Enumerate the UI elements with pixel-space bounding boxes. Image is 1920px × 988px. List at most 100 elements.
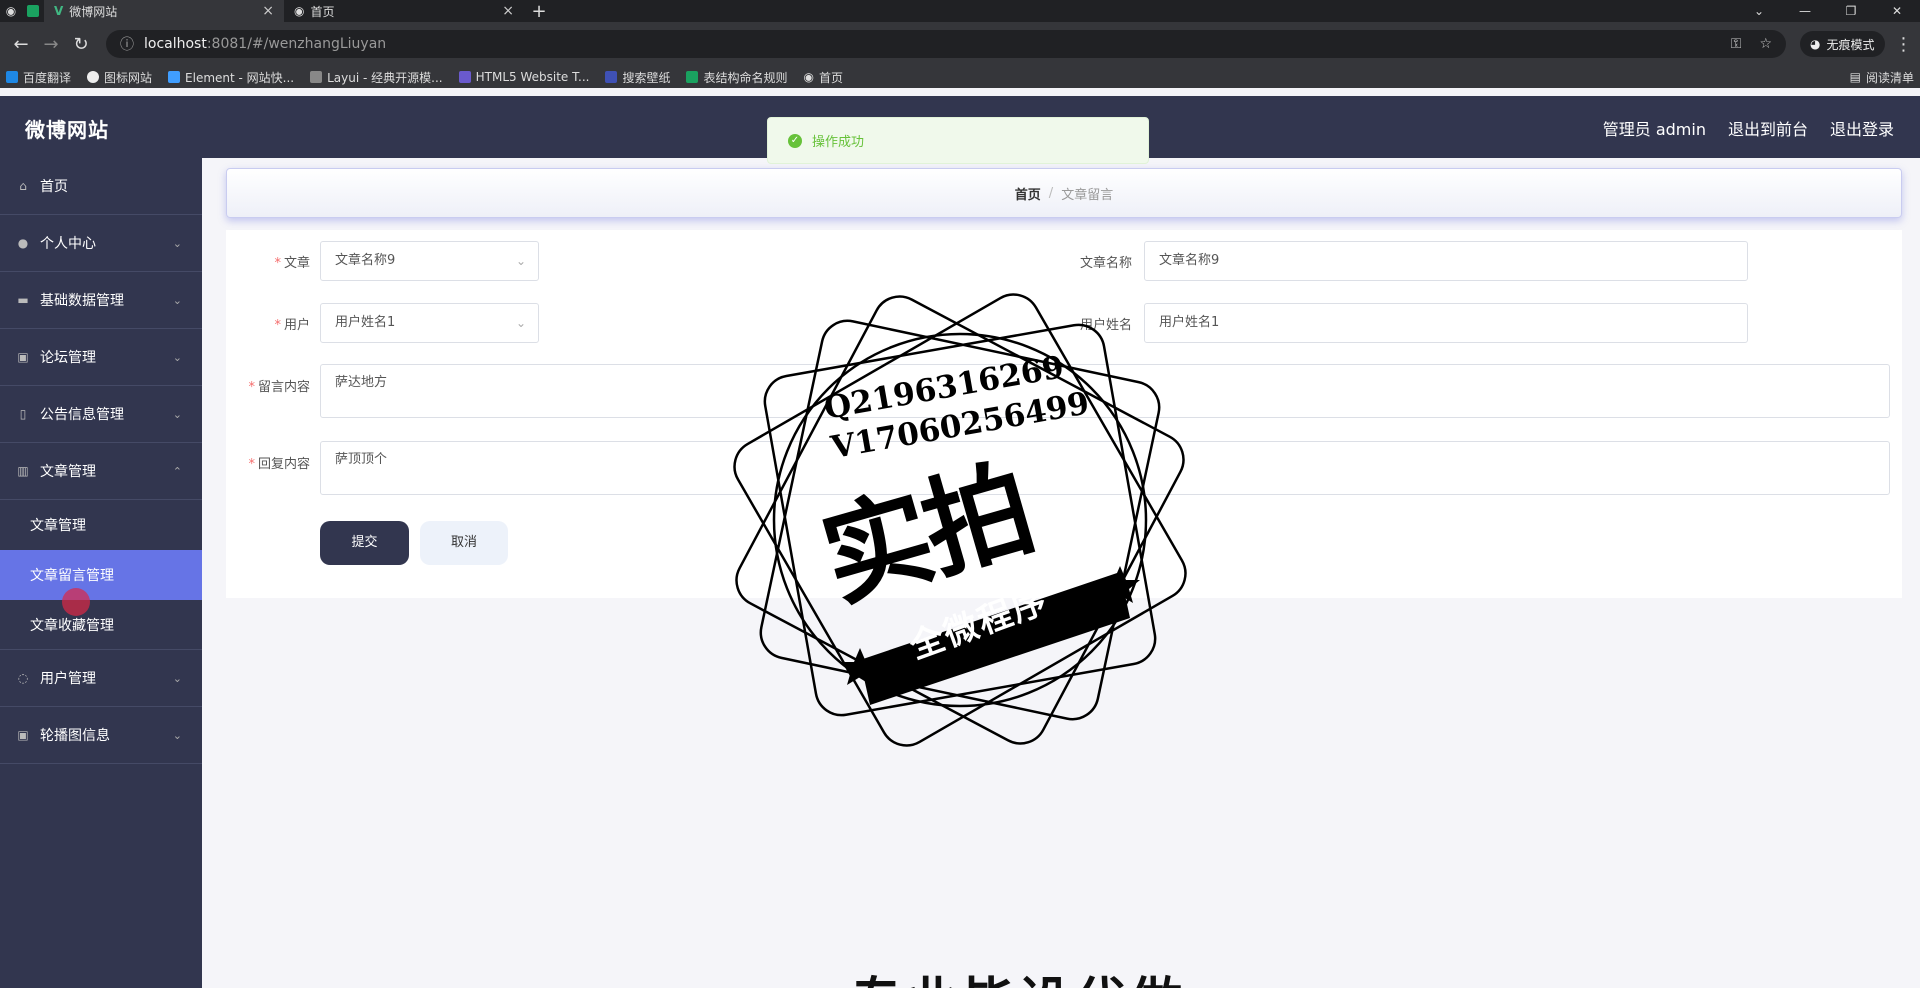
admin-label: 管理员 admin: [1602, 120, 1706, 139]
window-controls: ⌄ — ❐ ✕: [1736, 0, 1920, 22]
sidebar-item-basic-data[interactable]: ▬ 基础数据管理 ⌄: [0, 272, 202, 329]
vue-icon: V: [54, 4, 64, 18]
reply-label: * 回复内容: [248, 457, 310, 472]
success-toast: ✓ 操作成功: [767, 117, 1149, 164]
cancel-button[interactable]: 取消: [420, 521, 508, 565]
user-name-field[interactable]: 用户姓名1: [1144, 303, 1748, 343]
restore-icon[interactable]: ❐: [1828, 0, 1874, 22]
sheet-icon: [686, 71, 699, 83]
breadcrumb-home[interactable]: 首页: [1015, 184, 1041, 203]
chevron-down-icon: ⌄: [172, 407, 182, 421]
incognito-label: 无痕模式: [1826, 37, 1875, 52]
chevron-down-icon: ⌄: [172, 728, 182, 742]
message-label: * 留言内容: [248, 380, 310, 395]
breadcrumb-current: 文章留言: [1061, 187, 1114, 203]
globe-icon: ◉: [294, 4, 305, 18]
tab-weibo[interactable]: V 微博网站 ×: [44, 0, 284, 22]
watermark-stamp: Q2196316269 V17060256499 实拍 全微程序: [720, 280, 1200, 760]
forward-icon[interactable]: →: [36, 34, 66, 55]
bookmark-item[interactable]: HTML5 Website T...: [458, 70, 589, 84]
chevron-down-icon: ⌄: [515, 254, 526, 268]
user-select[interactable]: 用户姓名1 ⌄: [320, 303, 539, 343]
logout-link[interactable]: 退出登录: [1830, 116, 1894, 140]
chevron-up-icon: ⌃: [172, 464, 182, 478]
tab-title: 微博网站: [69, 4, 118, 19]
key-icon[interactable]: ⚿: [1731, 36, 1742, 52]
check-icon: ✓: [788, 133, 802, 148]
close-icon[interactable]: ×: [502, 3, 514, 19]
globe-icon[interactable]: ◉: [0, 0, 22, 22]
new-tab-button[interactable]: +: [524, 1, 554, 22]
bookmark-item[interactable]: Element - 网站快...: [168, 69, 294, 86]
sidebar-item-carousel[interactable]: ▣ 轮播图信息 ⌄: [0, 707, 202, 764]
chevron-down-icon[interactable]: ⌄: [1736, 0, 1782, 22]
home-icon: ⌂: [19, 179, 27, 193]
article-name-field[interactable]: 文章名称9: [1144, 241, 1748, 281]
sidebar: ⌂ 首页 ● 个人中心 ⌄ ▬ 基础数据管理 ⌄ ▣ 论坛管理 ⌄ ▯ 公告信息…: [0, 158, 202, 988]
clipboard-icon: ▣: [17, 350, 29, 364]
sidebar-subitem-article-message[interactable]: 文章留言管理: [0, 550, 202, 600]
star-icon[interactable]: ☆: [1759, 36, 1772, 52]
globe-icon: ◉: [803, 70, 814, 84]
bookmark-item[interactable]: 表结构命名规则: [686, 69, 787, 86]
html5-icon: [458, 71, 471, 83]
wallpaper-icon: [605, 71, 618, 83]
chevron-down-icon: ⌄: [172, 350, 182, 364]
info-icon[interactable]: ⓘ: [120, 34, 134, 54]
address-bar: ← → ↻ ⓘ localhost :8081/#/wenzhangLiuyan…: [0, 22, 1920, 66]
element-icon: [168, 71, 181, 83]
chevron-down-icon: ⌄: [172, 293, 182, 307]
chevron-down-icon: ⌄: [172, 671, 182, 685]
bookmark-item[interactable]: Layui - 经典开源模...: [310, 69, 443, 86]
sidebar-item-home[interactable]: ⌂ 首页: [0, 158, 202, 215]
url-path: :8081/#/wenzhangLiuyan: [206, 36, 387, 52]
incognito-icon: ◕: [1810, 37, 1821, 51]
paw-icon: [87, 71, 100, 83]
toast-text: 操作成功: [812, 135, 865, 150]
bookmark-item[interactable]: ◉ 首页: [803, 69, 843, 86]
bookmark-item[interactable]: 百度翻译: [6, 69, 71, 86]
sidebar-item-notice[interactable]: ▯ 公告信息管理 ⌄: [0, 386, 202, 443]
compass-icon: ◌: [17, 671, 29, 685]
bookmark-item[interactable]: 搜索壁纸: [605, 69, 670, 86]
app-pinned-icon[interactable]: [22, 0, 44, 22]
sidebar-item-users[interactable]: ◌ 用户管理 ⌄: [0, 650, 202, 707]
bookmark-item[interactable]: 图标网站: [87, 69, 152, 86]
chat-icon: ▬: [17, 293, 29, 307]
layui-icon: [310, 71, 323, 83]
article-label: * 文章: [274, 256, 310, 271]
reading-list-icon: ▤: [1849, 70, 1861, 84]
sidebar-item-profile[interactable]: ● 个人中心 ⌄: [0, 215, 202, 272]
submit-button[interactable]: 提交: [320, 521, 409, 565]
phone-icon: ▯: [19, 407, 27, 421]
sidebar-item-article[interactable]: ▥ 文章管理 ⌃: [0, 443, 202, 500]
chart-icon: ▥: [17, 464, 29, 478]
user-label: * 用户: [274, 318, 310, 333]
sidebar-subitem-article-favorite[interactable]: 文章收藏管理: [0, 600, 202, 650]
breadcrumb-separator: /: [1048, 185, 1054, 201]
minimize-icon[interactable]: —: [1782, 0, 1828, 22]
reload-icon[interactable]: ↻: [66, 34, 96, 55]
article-name-label: 文章名称: [1079, 256, 1132, 271]
close-icon[interactable]: ×: [262, 3, 274, 19]
chevron-down-icon: ⌄: [172, 236, 182, 250]
user-icon: ●: [17, 236, 29, 250]
url-input[interactable]: ⓘ localhost :8081/#/wenzhangLiuyan ⚿ ☆: [106, 30, 1786, 58]
clipboard-check-icon: ▣: [17, 728, 29, 742]
reading-list[interactable]: ▤ 阅读清单: [1850, 69, 1914, 86]
article-select[interactable]: 文章名称9 ⌄: [320, 241, 539, 281]
bottom-watermark-text: 专业毕设代做: [850, 960, 1186, 988]
incognito-badge[interactable]: ◕ 无痕模式: [1800, 31, 1885, 57]
back-to-front-link[interactable]: 退出到前台: [1728, 116, 1808, 140]
close-window-icon[interactable]: ✕: [1874, 0, 1920, 22]
sidebar-item-forum[interactable]: ▣ 论坛管理 ⌄: [0, 329, 202, 386]
more-menu-icon[interactable]: ⋮: [1895, 34, 1913, 55]
back-icon[interactable]: ←: [6, 34, 36, 55]
tab-home[interactable]: ◉ 首页 ×: [284, 0, 524, 22]
tab-title: 首页: [310, 4, 335, 19]
sidebar-subitem-article[interactable]: 文章管理: [0, 500, 202, 550]
browser-tabbar: ◉ V 微博网站 × ◉ 首页 × + ⌄ — ❐ ✕: [0, 0, 1920, 22]
chevron-down-icon: ⌄: [515, 316, 526, 330]
click-indicator: [62, 588, 90, 616]
breadcrumb: 首页 / 文章留言: [226, 168, 1902, 218]
